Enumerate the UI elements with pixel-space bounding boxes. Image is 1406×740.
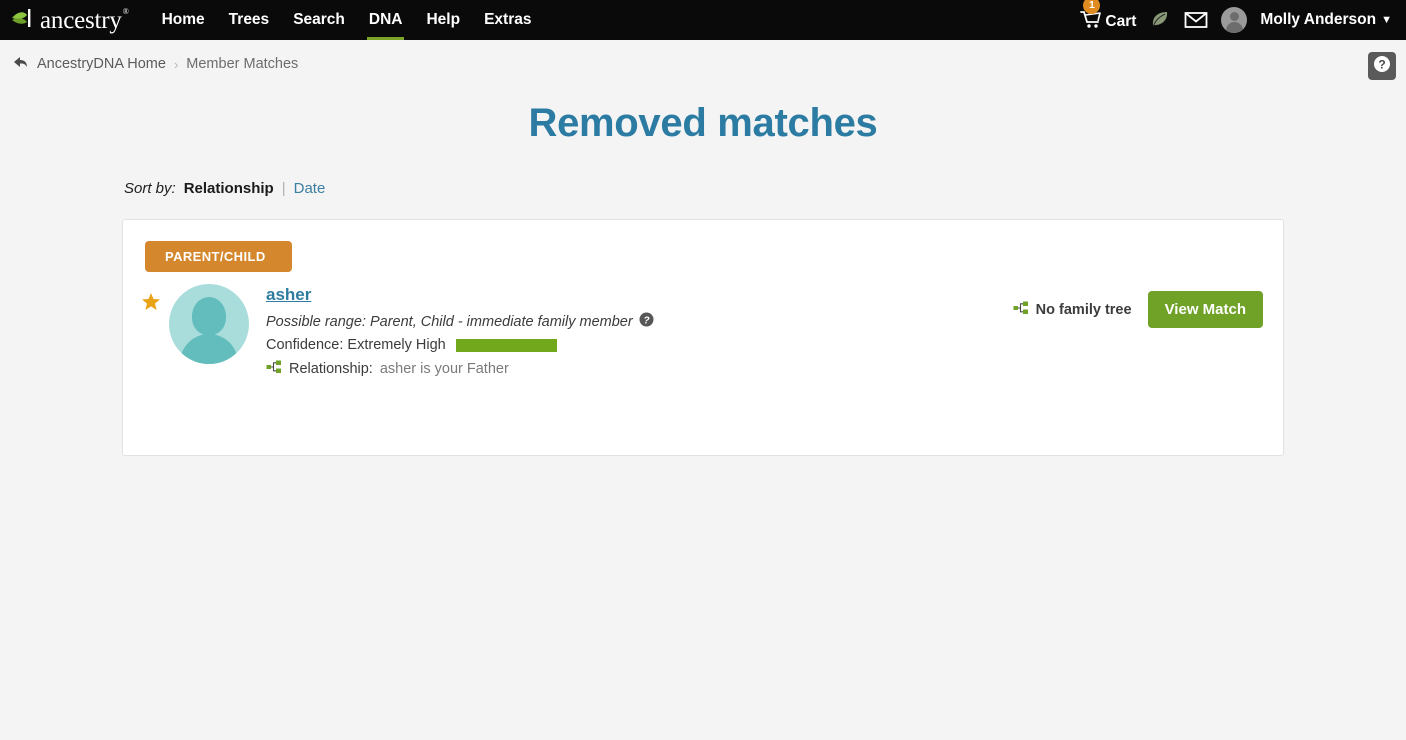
user-avatar-icon[interactable] xyxy=(1221,7,1248,33)
svg-text:?: ? xyxy=(643,315,649,326)
svg-text:?: ? xyxy=(1378,57,1385,71)
relationship-detail: asher is your Father xyxy=(379,361,509,377)
relationship-row: Relationship: asher is your Father xyxy=(266,360,1013,378)
confidence-bar xyxy=(455,338,557,352)
nav-label: Help xyxy=(426,11,461,28)
question-circle-icon[interactable]: ? xyxy=(639,312,654,331)
chevron-down-icon: ▼ xyxy=(1381,14,1392,26)
nav-item-search[interactable]: Search xyxy=(281,0,357,40)
person-silhouette-icon[interactable] xyxy=(169,284,249,364)
nav-label: Home xyxy=(161,11,205,28)
match-info: asher Possible range: Parent, Child - im… xyxy=(266,284,1013,378)
sort-option-date[interactable]: Date xyxy=(294,180,326,197)
breadcrumb: AncestryDNA Home › Member Matches xyxy=(0,40,1406,73)
match-row: asher Possible range: Parent, Child - im… xyxy=(123,284,1283,378)
nav-label: DNA xyxy=(368,11,403,28)
cart-label: Cart xyxy=(1105,12,1137,30)
sort-option-relationship[interactable]: Relationship xyxy=(184,180,274,197)
nav-item-trees[interactable]: Trees xyxy=(217,0,282,40)
ancestry-wordmark: ancestry® xyxy=(40,6,129,34)
match-card: PARENT/CHILD asher Possible range: Paren… xyxy=(122,219,1284,456)
ancestry-logo[interactable]: ancestry® xyxy=(10,6,129,34)
avatar-head xyxy=(1229,12,1239,21)
star-filled-icon[interactable] xyxy=(141,292,161,312)
nav-right-tools: 1 Cart Molly Anderson ▼ xyxy=(1080,0,1392,34)
relationship-prefix: Relationship: xyxy=(289,361,373,377)
sort-controls: Sort by: Relationship | Date xyxy=(124,180,1406,197)
back-arrow-icon[interactable] xyxy=(12,55,29,73)
sort-by-label: Sort by: xyxy=(124,180,176,197)
breadcrumb-current-member-matches: Member Matches xyxy=(186,56,299,72)
avatar-body xyxy=(180,334,238,364)
confidence-label: Confidence: Extremely High xyxy=(266,337,446,353)
match-actions: No family tree View Match xyxy=(1013,291,1263,328)
nav-label: Extras xyxy=(484,11,532,28)
ancestry-leaf-icon xyxy=(10,7,38,34)
main-nav-items: Home Trees Search DNA Help Extras xyxy=(150,0,544,40)
family-tree-icon xyxy=(1013,301,1029,319)
cart-button[interactable]: 1 Cart xyxy=(1080,0,1137,34)
avatar-head xyxy=(192,297,226,335)
possible-range-text: Possible range: Parent, Child - immediat… xyxy=(266,313,633,330)
top-navigation-bar: ancestry® Home Trees Search DNA Help Ext… xyxy=(0,0,1406,40)
relationship-category-badge: PARENT/CHILD xyxy=(145,241,292,272)
nav-label: Search xyxy=(293,11,345,28)
nav-item-extras[interactable]: Extras xyxy=(472,0,543,40)
no-family-tree-label: No family tree xyxy=(1035,301,1132,318)
user-menu-button[interactable]: Molly Anderson ▼ xyxy=(1260,11,1392,29)
breadcrumb-separator-icon: › xyxy=(173,56,179,72)
no-family-tree-indicator[interactable]: No family tree xyxy=(1013,301,1132,319)
nav-item-help[interactable]: Help xyxy=(414,0,472,40)
family-tree-icon xyxy=(266,360,282,378)
help-button[interactable]: ? xyxy=(1368,52,1396,80)
breadcrumb-link-ancestrydna-home[interactable]: AncestryDNA Home xyxy=(37,56,166,72)
sort-separator: | xyxy=(281,180,286,197)
page-title: Removed matches xyxy=(528,101,878,145)
avatar-body xyxy=(1225,22,1243,33)
leaf-hint-icon[interactable] xyxy=(1149,9,1171,31)
match-name-link[interactable]: asher xyxy=(266,285,311,305)
confidence-row: Confidence: Extremely High xyxy=(266,337,1013,353)
nav-label: Trees xyxy=(228,11,270,28)
view-match-button[interactable]: View Match xyxy=(1147,291,1263,328)
question-mark-icon: ? xyxy=(1373,55,1391,78)
nav-item-home[interactable]: Home xyxy=(150,0,217,40)
user-name-label: Molly Anderson xyxy=(1260,11,1377,28)
possible-range-row: Possible range: Parent, Child - immediat… xyxy=(266,312,1013,331)
envelope-icon[interactable] xyxy=(1184,11,1208,29)
nav-item-dna[interactable]: DNA xyxy=(357,0,415,40)
